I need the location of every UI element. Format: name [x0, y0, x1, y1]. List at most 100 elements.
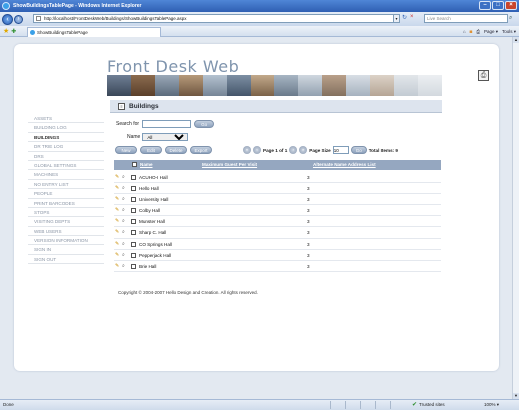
- page-size-go-button[interactable]: Go: [350, 146, 367, 154]
- search-icon[interactable]: ⌕: [509, 14, 517, 23]
- view-magnifier-icon[interactable]: ⌕: [122, 252, 125, 258]
- sidebar-item-global-settings[interactable]: GLOBAL SETTINGS: [28, 161, 104, 171]
- sidebar-item-assets[interactable]: ASSETS: [28, 114, 104, 124]
- search-label: Search for: [116, 121, 140, 127]
- print-icon[interactable]: ⎙: [478, 70, 489, 81]
- edit-pencil-icon[interactable]: ✎: [115, 219, 119, 224]
- minimize-button[interactable]: –: [479, 1, 491, 10]
- live-search-input[interactable]: Live Search: [424, 14, 508, 23]
- edit-button[interactable]: Edit: [140, 146, 162, 154]
- page-size-label: Page Size: [309, 147, 331, 153]
- scroll-up-icon[interactable]: ▲: [513, 37, 519, 43]
- edit-pencil-icon[interactable]: ✎: [115, 197, 119, 202]
- edit-pencil-icon[interactable]: ✎: [115, 186, 119, 191]
- view-magnifier-icon[interactable]: ⌕: [122, 175, 125, 180]
- filter-row: Name All: [127, 133, 189, 141]
- tab-title: ShowBuildingsTablePage: [37, 30, 88, 35]
- first-page-icon[interactable]: «: [243, 146, 251, 154]
- forward-arrow-icon[interactable]: ›: [14, 14, 23, 24]
- max-guest-value: 3: [307, 186, 310, 192]
- edit-pencil-icon[interactable]: ✎: [115, 230, 119, 235]
- sidebar-item-dr-trie-log[interactable]: DR TRIE LOG: [28, 142, 104, 152]
- view-magnifier-icon[interactable]: ⌕: [122, 230, 125, 235]
- row-checkbox[interactable]: [131, 230, 136, 236]
- view-magnifier-icon[interactable]: ⌕: [122, 197, 125, 202]
- row-checkbox[interactable]: [131, 208, 136, 214]
- page-menu[interactable]: Page ▾: [484, 27, 498, 36]
- sidebar-item-no-entry-list[interactable]: NO ENTRY LIST: [28, 180, 104, 190]
- sidebar-item-stops[interactable]: STOPS: [28, 208, 104, 218]
- sidebar-item-version-information[interactable]: VERSION INFORMATION: [28, 236, 104, 246]
- sidebar-item-drs[interactable]: DRS: [28, 152, 104, 161]
- row-checkbox[interactable]: [131, 175, 136, 180]
- view-magnifier-icon[interactable]: ⌕: [122, 208, 125, 213]
- row-checkbox[interactable]: [131, 241, 136, 247]
- view-magnifier-icon[interactable]: ⌕: [122, 219, 125, 224]
- table-row: ✎ ⌕ Colby Hall 3: [114, 205, 441, 217]
- new-button[interactable]: New: [115, 146, 137, 154]
- name-filter-select[interactable]: All: [142, 133, 189, 141]
- page-indicator: Page 1 of 1: [263, 147, 288, 153]
- next-page-icon[interactable]: ›: [289, 146, 298, 154]
- table-list-icon: ≡: [118, 103, 125, 110]
- maximize-button[interactable]: □: [492, 1, 504, 10]
- favorites-star-icon[interactable]: ★: [3, 27, 9, 35]
- edit-pencil-icon[interactable]: ✎: [115, 252, 119, 258]
- sidebar-item-machines[interactable]: MACHINES: [28, 170, 104, 180]
- edit-pencil-icon[interactable]: ✎: [115, 263, 119, 269]
- column-header-alternate-name[interactable]: Alternate Name Address List: [313, 160, 376, 170]
- sidebar-item-visiting-depts[interactable]: VISITING DEPTS: [28, 217, 104, 227]
- add-favorite-icon[interactable]: ✚: [11, 28, 16, 35]
- address-dropdown-icon[interactable]: ▾: [393, 14, 400, 23]
- search-go-button[interactable]: Go: [194, 120, 215, 128]
- zoom-level[interactable]: 100% ▾: [484, 400, 499, 410]
- sidebar-nav: ASSETS BUILDING LOG BUILDINGS DR TRIE LO…: [28, 114, 104, 265]
- vertical-scrollbar[interactable]: ▲ ▼: [512, 37, 519, 399]
- row-checkbox[interactable]: [131, 186, 136, 192]
- sidebar-item-print-barcodes[interactable]: PRINT BARCODES: [28, 199, 104, 208]
- row-checkbox[interactable]: [131, 263, 136, 269]
- tools-menu[interactable]: Tools ▾: [502, 27, 516, 36]
- view-magnifier-icon[interactable]: ⌕: [122, 263, 125, 269]
- security-zone[interactable]: ✔ Trusted sites: [412, 400, 445, 410]
- section-title: Buildings: [129, 103, 159, 110]
- column-header-name[interactable]: Name: [140, 160, 153, 170]
- max-guest-value: 3: [307, 252, 310, 258]
- sidebar-item-building-log[interactable]: BUILDING LOG: [28, 123, 104, 133]
- sidebar-item-buildings[interactable]: BUILDINGS: [28, 133, 104, 143]
- back-arrow-icon[interactable]: ‹: [2, 13, 13, 25]
- row-checkbox[interactable]: [131, 219, 136, 225]
- edit-pencil-icon[interactable]: ✎: [115, 175, 119, 180]
- export-button[interactable]: Export: [190, 146, 212, 154]
- sidebar-item-sign-in[interactable]: SIGN IN: [28, 245, 104, 255]
- home-icon[interactable]: ⌂: [463, 27, 466, 36]
- feeds-icon[interactable]: ◙: [470, 27, 473, 36]
- sidebar-item-sign-out[interactable]: SIGN OUT: [28, 255, 104, 265]
- row-checkbox[interactable]: [131, 197, 136, 203]
- view-magnifier-icon[interactable]: ⌕: [122, 186, 125, 191]
- stop-icon[interactable]: ×: [410, 14, 414, 21]
- table-row: ✎ ⌕ Brie Hall 3: [114, 261, 441, 272]
- address-bar[interactable]: http://localhost/FrontDeskWeb/Buildings/…: [33, 14, 399, 23]
- refresh-icon[interactable]: ↻: [402, 14, 407, 21]
- last-page-icon[interactable]: »: [299, 146, 308, 154]
- tab-bar: ★ ✚ ShowBuildingsTablePage ⌂ ◙ ⎙ Page ▾ …: [0, 26, 519, 37]
- edit-pencil-icon[interactable]: ✎: [115, 208, 119, 213]
- window-titlebar: ShowBuildingsTablePage - Windows Interne…: [0, 0, 519, 12]
- sidebar-item-people[interactable]: PEOPLE: [28, 189, 104, 199]
- column-header-max-guest[interactable]: Maximum Guest Per Visit: [202, 160, 257, 170]
- delete-button[interactable]: Delete: [165, 146, 187, 154]
- tab-showbuildings[interactable]: ShowBuildingsTablePage: [27, 27, 161, 37]
- building-name: Brie Hall: [139, 263, 157, 269]
- sidebar-item-web-users[interactable]: WEB USERS: [28, 227, 104, 237]
- section-header: ≡ Buildings: [110, 100, 442, 113]
- page-size-input[interactable]: [332, 146, 349, 154]
- search-input[interactable]: [142, 120, 192, 128]
- print-toolbar-icon[interactable]: ⎙: [476, 27, 480, 36]
- edit-pencil-icon[interactable]: ✎: [115, 241, 119, 247]
- close-button[interactable]: ×: [505, 1, 517, 10]
- previous-page-icon[interactable]: ‹: [253, 146, 261, 154]
- row-checkbox[interactable]: [131, 252, 136, 258]
- view-magnifier-icon[interactable]: ⌕: [122, 241, 125, 247]
- select-all-checkbox[interactable]: [132, 162, 137, 167]
